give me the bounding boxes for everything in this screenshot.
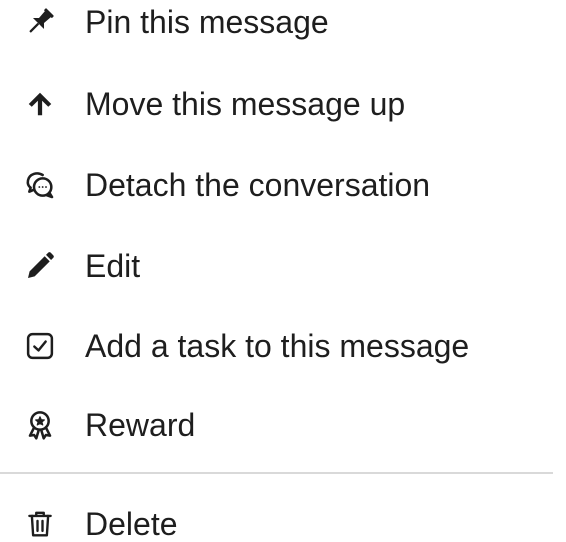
pin-icon [20,2,60,42]
menu-item-label: Pin this message [85,4,329,40]
menu-item-label: Add a task to this message [85,328,470,364]
menu-item-pin[interactable]: Pin this message [0,0,566,50]
menu-divider [0,472,553,474]
menu-item-add-task[interactable]: Add a task to this message [0,318,566,374]
menu-item-label: Detach the conversation [85,167,431,203]
award-icon [20,405,60,445]
menu-item-label: Delete [85,506,178,542]
arrow-up-icon [20,84,60,124]
message-context-menu: Pin this message Move this message up De… [0,0,566,542]
menu-item-detach-conversation[interactable]: Detach the conversation [0,157,566,213]
menu-item-reward[interactable]: Reward [0,397,566,453]
pencil-icon [20,246,60,286]
menu-item-edit[interactable]: Edit [0,238,566,294]
checkbox-icon [20,326,60,366]
menu-item-label: Reward [85,407,196,443]
menu-item-move-up[interactable]: Move this message up [0,76,566,132]
chat-bubbles-icon [20,165,60,205]
menu-item-delete[interactable]: Delete [0,496,566,542]
trash-icon [20,504,60,542]
menu-item-label: Edit [85,248,141,284]
menu-item-label: Move this message up [85,86,406,122]
